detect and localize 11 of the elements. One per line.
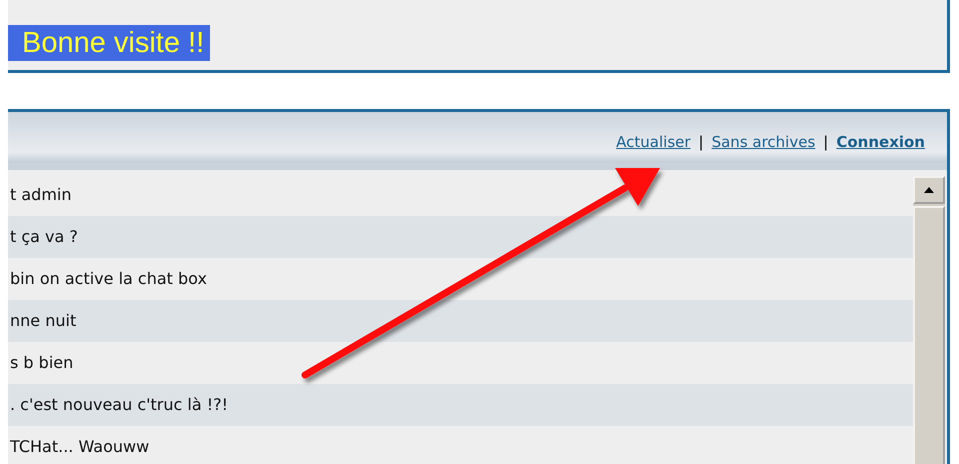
header-link[interactable]: Sans archives	[712, 133, 816, 151]
separator-text: |	[823, 133, 828, 151]
chat-message: t ça va ?	[8, 216, 913, 258]
chat-message: . c'est nouveau c'truc là !?!	[8, 384, 913, 426]
up-arrow-icon	[924, 187, 934, 193]
chat-message: nne nuit	[8, 300, 913, 342]
header-link[interactable]: Actualiser	[616, 133, 691, 151]
header-link[interactable]: Connexion	[836, 133, 925, 151]
greeting-text: Bonne visite !!	[8, 25, 210, 61]
scroll-up-button[interactable]	[913, 176, 945, 204]
separator-text: |	[698, 133, 704, 151]
